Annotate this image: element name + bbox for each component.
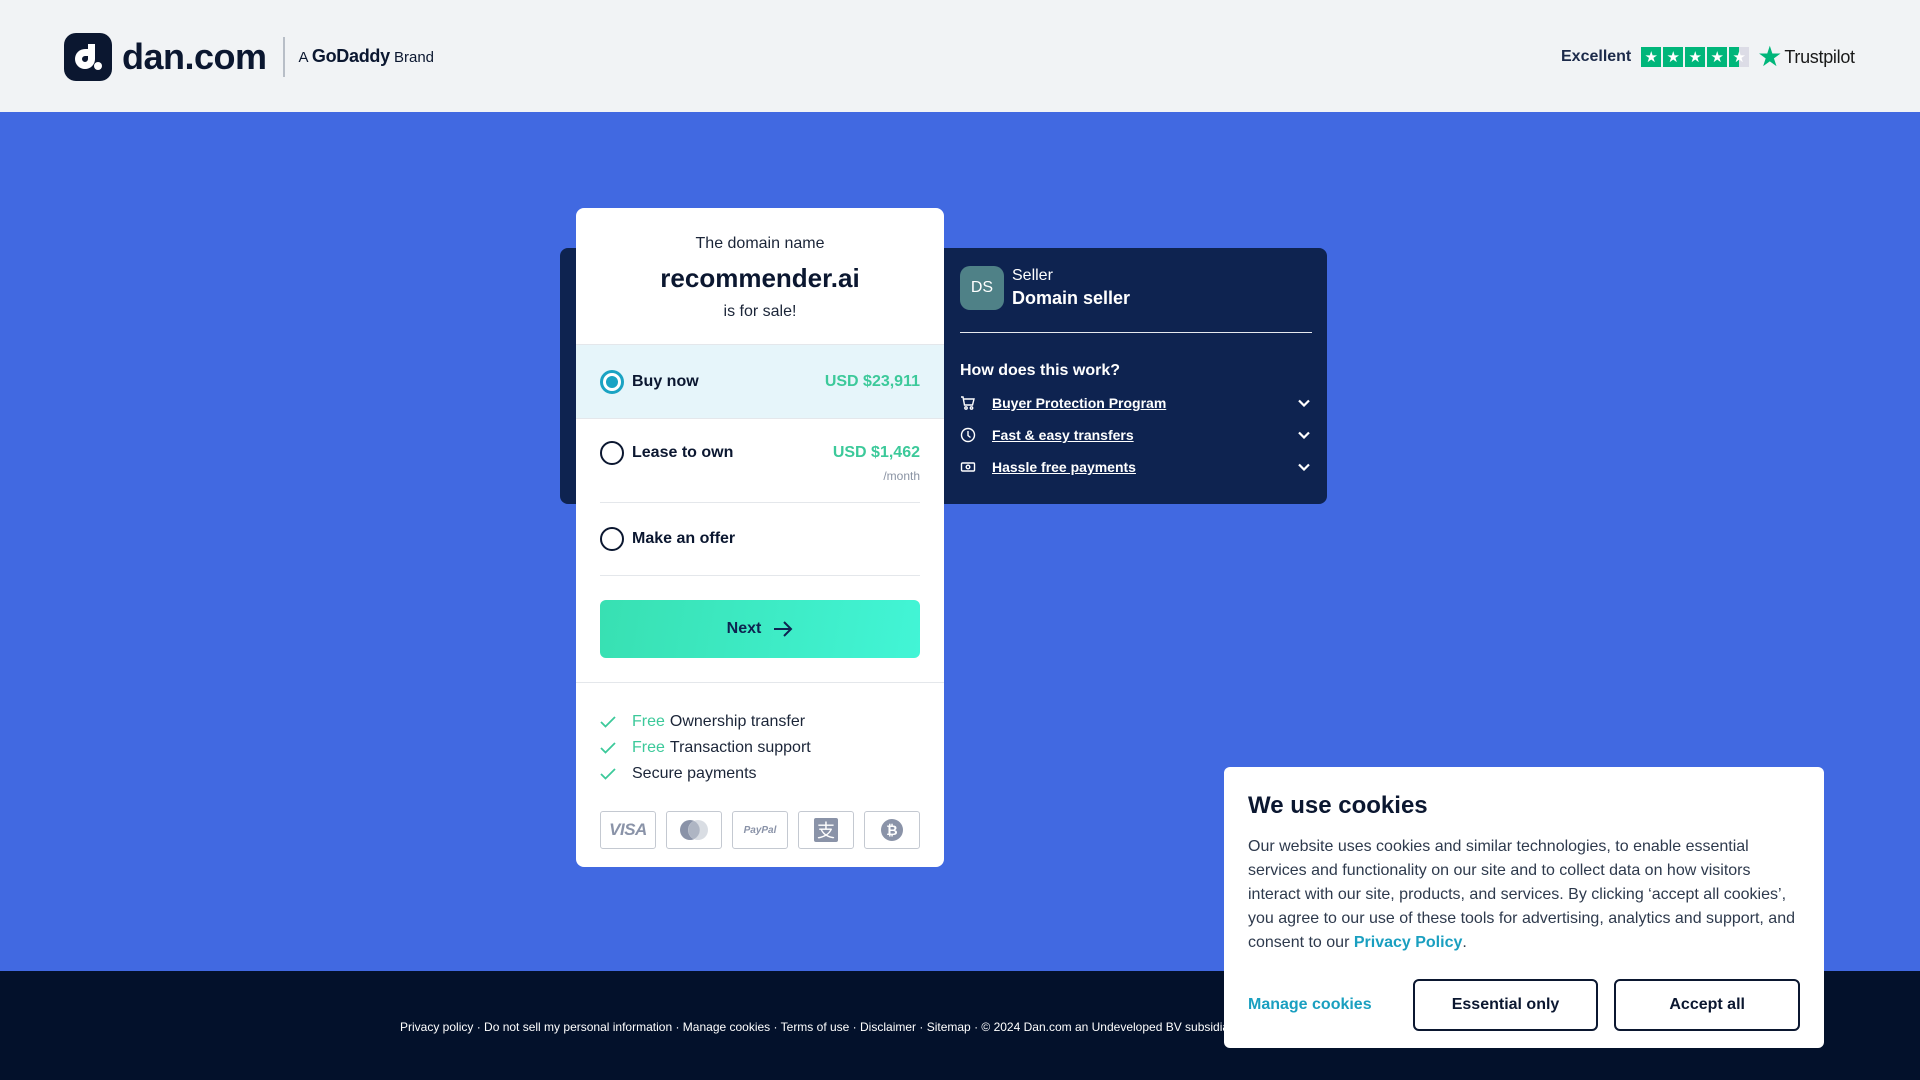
footer-link-disclaimer[interactable]: Disclaimer xyxy=(860,1020,916,1034)
how-item-buyer-protection[interactable]: Buyer Protection Program xyxy=(960,387,1312,419)
logo-link[interactable]: dan.com A GoDaddy Brand xyxy=(64,32,434,82)
logo-text: dan.com xyxy=(122,36,267,77)
option-label: Lease to own xyxy=(632,444,734,461)
option-price: USD $1,462 xyxy=(832,444,920,461)
seller-avatar: DS xyxy=(960,266,1004,310)
radio-lease-to-own[interactable] xyxy=(600,441,624,465)
card-subtitle: The domain name xyxy=(695,235,825,252)
seller-info: DS Seller Domain seller xyxy=(960,266,1312,310)
footer-links: Privacy policy · Do not sell my personal… xyxy=(400,1020,1353,1034)
how-item-label: Buyer Protection Program xyxy=(992,395,1167,411)
radio-buy-now[interactable] xyxy=(600,369,624,394)
half-star-icon: ★ xyxy=(1729,47,1750,67)
domain-name: recommender.ai xyxy=(660,263,860,293)
visa-label: VISA xyxy=(609,820,647,839)
brand-suffix: Brand xyxy=(393,49,435,66)
footer-link-do-not-sell[interactable]: Do not sell my personal information xyxy=(484,1020,672,1034)
chevron-down-icon[interactable] xyxy=(1296,463,1312,471)
divider xyxy=(600,575,920,576)
paypal-icon: PayPal xyxy=(732,811,788,849)
trustpilot-widget[interactable]: Excellent ★ ★ ★ ★ ★ ★ Trustpilot xyxy=(1561,41,1855,72)
next-button[interactable]: Next xyxy=(600,600,920,658)
check-icon xyxy=(600,768,632,780)
dan-logo-icon xyxy=(64,33,112,81)
perk-item: Free Transaction support xyxy=(600,735,920,761)
cookie-banner: We use cookies Our website uses cookies … xyxy=(1224,767,1824,1048)
footer-link-sitemap[interactable]: Sitemap xyxy=(927,1020,971,1034)
how-item-hassle-free[interactable]: Hassle free payments xyxy=(960,451,1312,483)
cookie-title: We use cookies xyxy=(1248,792,1428,819)
payment-icon xyxy=(960,459,992,475)
bitcoin-icon: ₿ xyxy=(864,811,920,849)
trustpilot-logo: ★ Trustpilot xyxy=(1757,41,1855,72)
how-it-works-title: How does this work? xyxy=(960,362,1121,379)
alipay-icon: 支 xyxy=(798,811,854,849)
site-header: dan.com A GoDaddy Brand Excellent ★ ★ ★ … xyxy=(0,0,1920,112)
cart-icon xyxy=(960,395,992,411)
perk-text: Secure payments xyxy=(632,765,757,782)
next-button-label: Next xyxy=(726,620,762,637)
option-make-offer[interactable]: Make an offer xyxy=(576,503,944,575)
option-lease-to-own[interactable]: Lease to own USD $1,462 /month xyxy=(576,418,944,502)
privacy-policy-link[interactable]: Privacy Policy xyxy=(1354,934,1463,951)
check-icon xyxy=(600,716,632,728)
bitcoin-glyph: ₿ xyxy=(881,819,903,841)
payment-methods: VISA PayPal 支 ₿ xyxy=(600,811,920,849)
divider xyxy=(960,332,1312,333)
alipay-glyph: 支 xyxy=(814,818,838,842)
perk-item: Secure payments xyxy=(600,761,920,787)
visa-icon: VISA xyxy=(600,811,656,849)
accept-all-button[interactable]: Accept all xyxy=(1614,979,1800,1031)
star-icon: ★ xyxy=(1641,47,1662,67)
clock-icon xyxy=(960,427,992,443)
how-item-label: Fast & easy transfers xyxy=(992,427,1134,443)
how-item-label: Hassle free payments xyxy=(992,459,1136,475)
manage-cookies-link[interactable]: Manage cookies xyxy=(1248,996,1413,1014)
option-label: Buy now xyxy=(632,372,699,390)
how-item-fast-transfers[interactable]: Fast & easy transfers xyxy=(960,419,1312,451)
footer-link-privacy[interactable]: Privacy policy xyxy=(400,1020,473,1034)
logo-divider xyxy=(282,37,285,77)
domain-sale-card: The domain name recommender.ai is for sa… xyxy=(576,208,944,867)
arrow-right-icon xyxy=(773,621,793,637)
star-icon: ★ xyxy=(1663,47,1684,67)
seller-label: Seller xyxy=(1012,267,1053,284)
trustpilot-logo-text: Trustpilot xyxy=(1784,46,1855,67)
perk-text: Ownership transfer xyxy=(669,713,806,730)
star-icon: ★ xyxy=(1707,47,1728,67)
radio-make-offer[interactable] xyxy=(600,527,624,551)
perk-text: Transaction support xyxy=(669,739,811,756)
option-label: Make an offer xyxy=(632,530,736,547)
seller-name: Domain seller xyxy=(1012,288,1131,308)
mastercard-icon xyxy=(666,811,722,849)
trustpilot-stars: ★ ★ ★ ★ ★ xyxy=(1641,47,1750,67)
brand-name: GoDaddy xyxy=(311,46,390,66)
chevron-down-icon[interactable] xyxy=(1296,431,1312,439)
option-price: USD $23,911 xyxy=(824,372,920,390)
perk-item: Free Ownership transfer xyxy=(600,709,920,735)
how-it-works-list: Buyer Protection Program Fast & easy tra… xyxy=(960,387,1312,483)
perk-free-label: Free xyxy=(632,713,665,730)
trustpilot-star-icon: ★ xyxy=(1757,41,1783,72)
star-icon: ★ xyxy=(1685,47,1706,67)
cookie-body-text: Our website uses cookies and similar tec… xyxy=(1248,838,1795,951)
for-sale-text: is for sale! xyxy=(723,303,797,320)
perk-free-label: Free xyxy=(632,739,665,756)
paypal-label: PayPal xyxy=(743,824,777,836)
footer-link-manage-cookies[interactable]: Manage cookies xyxy=(683,1020,770,1034)
brand-prefix: A xyxy=(298,49,308,66)
check-icon xyxy=(600,742,632,754)
trustpilot-rating-label: Excellent xyxy=(1561,48,1632,65)
cookie-body: Our website uses cookies and similar tec… xyxy=(1248,835,1804,955)
chevron-down-icon[interactable] xyxy=(1296,399,1312,407)
footer-link-terms[interactable]: Terms of use xyxy=(781,1020,850,1034)
cookie-body-end: . xyxy=(1462,934,1467,951)
option-buy-now[interactable]: Buy now USD $23,911 xyxy=(576,344,944,418)
option-price-unit: /month xyxy=(883,469,920,483)
godaddy-brand: A GoDaddy Brand xyxy=(299,32,434,82)
essential-only-button[interactable]: Essential only xyxy=(1412,979,1599,1031)
